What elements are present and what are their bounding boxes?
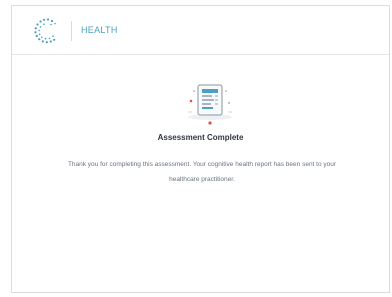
header-bar: HEALTH (12, 6, 389, 55)
page-title: Assessment Complete (157, 133, 244, 142)
completion-message: Thank you for completing this assessment… (67, 161, 337, 183)
app-window: HEALTH Assessment Complete Thank you for… (11, 5, 390, 293)
dotted-c-logo-icon (31, 16, 61, 46)
header-divider (71, 21, 72, 41)
report-clipboard-icon (179, 79, 241, 127)
brand-name: HEALTH (81, 25, 118, 35)
